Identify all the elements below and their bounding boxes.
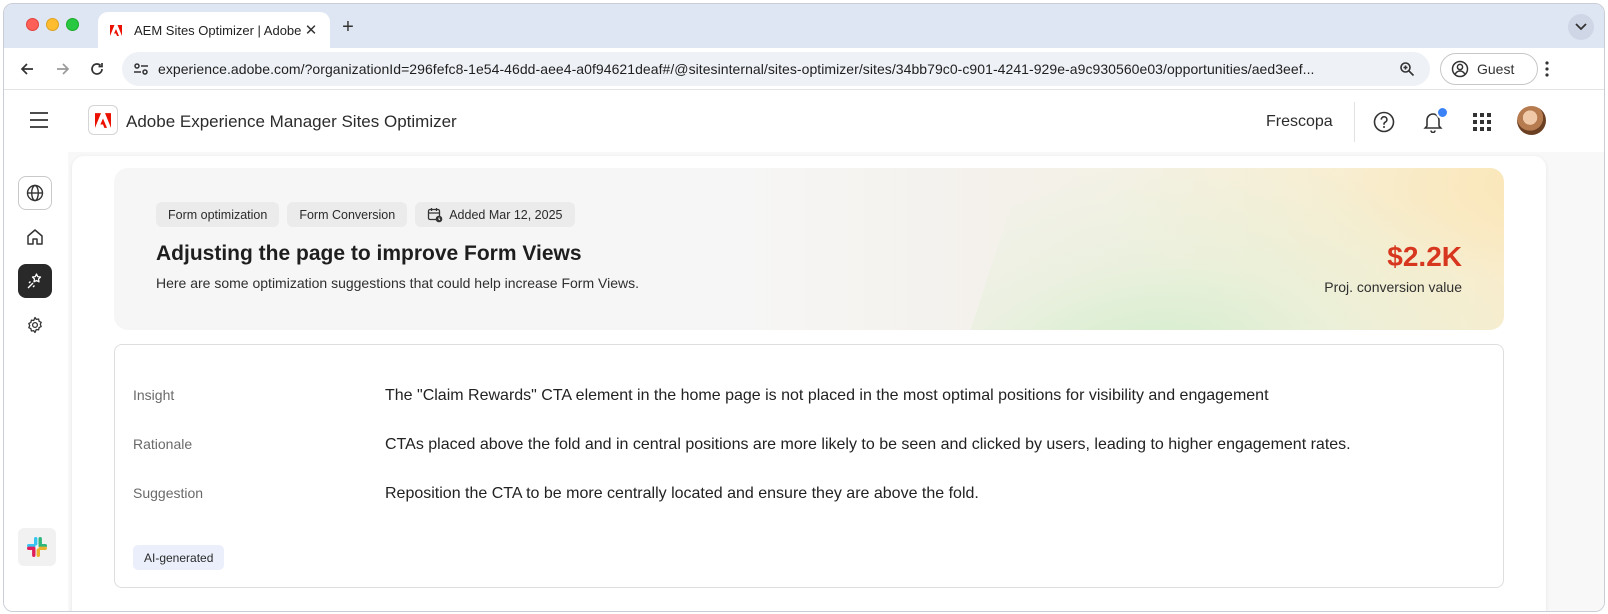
close-tab-icon[interactable]: ✕: [302, 21, 320, 39]
new-tab-button[interactable]: +: [336, 15, 360, 39]
notification-badge: [1436, 106, 1449, 119]
detail-label: Suggestion: [133, 485, 204, 501]
slack-icon: [27, 537, 47, 557]
optimize-icon: [27, 273, 42, 289]
ai-generated-badge: AI-generated: [133, 545, 225, 570]
profile-icon: [1451, 60, 1469, 78]
rail-item-home[interactable]: [18, 220, 52, 254]
detail-row-rationale: Rationale CTAs placed above the fold and…: [133, 436, 1473, 454]
opportunity-hero: Form optimization Form Conversion Added …: [114, 168, 1504, 330]
gear-icon: [28, 316, 42, 334]
tag-list: Form optimization Form Conversion Added …: [156, 202, 575, 227]
header-divider: [1354, 102, 1355, 142]
profile-button[interactable]: Guest: [1440, 53, 1538, 85]
tag-type: Form Conversion: [287, 202, 408, 227]
rail-item-sites[interactable]: [18, 176, 52, 210]
rail-item-opportunities[interactable]: [18, 264, 52, 298]
app-title: Adobe Experience Manager Sites Optimizer: [126, 112, 457, 131]
app-header: Adobe Experience Manager Sites Optimizer…: [4, 90, 1604, 152]
main-content: Form optimization Form Conversion Added …: [68, 152, 1604, 611]
adobe-logo-icon: [108, 22, 124, 38]
detail-label: Insight: [133, 387, 175, 403]
left-rail: [4, 152, 68, 611]
maximize-window-button[interactable]: [66, 18, 79, 31]
chevron-down-icon: [1575, 23, 1587, 31]
adobe-logo[interactable]: [88, 105, 118, 135]
tab-strip: AEM Sites Optimizer | Adobe E ✕ +: [4, 4, 1604, 48]
site-settings-icon[interactable]: [124, 52, 158, 86]
arrow-left-icon: [20, 63, 33, 75]
tag-added-date: Added Mar 12, 2025: [415, 202, 575, 227]
slack-button[interactable]: [18, 528, 56, 566]
browser-toolbar: experience.adobe.com/?organizationId=296…: [4, 48, 1604, 90]
globe-icon: [26, 184, 44, 202]
rail-item-settings[interactable]: [18, 308, 52, 342]
forward-button[interactable]: [50, 56, 76, 82]
more-vertical-icon: [1545, 61, 1549, 77]
projected-value: $2.2K: [1387, 241, 1462, 272]
browser-tab[interactable]: AEM Sites Optimizer | Adobe E ✕: [98, 12, 330, 48]
minimize-window-button[interactable]: [46, 18, 59, 31]
suggestion-details: Insight The "Claim Rewards" CTA element …: [114, 344, 1504, 588]
home-icon: [27, 229, 43, 245]
menu-icon[interactable]: [29, 111, 49, 129]
browser-window: AEM Sites Optimizer | Adobe E ✕ + experi…: [3, 3, 1605, 612]
detail-text: Reposition the CTA to be more centrally …: [385, 485, 979, 502]
arrow-right-icon: [57, 63, 70, 75]
help-icon[interactable]: [1371, 109, 1397, 135]
detail-row-suggestion: Suggestion Reposition the CTA to be more…: [133, 485, 1473, 503]
projected-value-label: Proj. conversion value: [1324, 279, 1462, 295]
zoom-icon[interactable]: [1390, 52, 1424, 86]
calendar-icon: [427, 207, 443, 223]
reload-icon: [91, 63, 103, 75]
detail-text: The "Claim Rewards" CTA element in the h…: [385, 387, 1269, 404]
org-switcher[interactable]: Frescopa: [1266, 113, 1333, 131]
tab-title: AEM Sites Optimizer | Adobe E: [134, 22, 302, 38]
detail-text: CTAs placed above the fold and in centra…: [385, 436, 1351, 453]
opportunity-panel: Form optimization Form Conversion Added …: [72, 156, 1546, 611]
browser-menu-button[interactable]: [1534, 56, 1560, 82]
adobe-logo-icon: [95, 112, 111, 128]
reload-button[interactable]: [84, 56, 110, 82]
tag-category: Form optimization: [156, 202, 280, 227]
detail-row-insight: Insight The "Claim Rewards" CTA element …: [133, 387, 1473, 405]
tag-added-date-label: Added Mar 12, 2025: [449, 207, 563, 222]
profile-label: Guest: [1477, 61, 1515, 77]
opportunity-subtitle: Here are some optimization suggestions t…: [156, 275, 639, 291]
back-button[interactable]: [14, 56, 40, 82]
opportunity-title: Adjusting the page to improve Form Views: [156, 242, 582, 265]
apps-grid-icon[interactable]: [1469, 109, 1495, 135]
avatar[interactable]: [1517, 106, 1546, 135]
detail-label: Rationale: [133, 436, 193, 452]
close-window-button[interactable]: [26, 18, 39, 31]
url-text: experience.adobe.com/?organizationId=296…: [158, 61, 1315, 77]
address-bar[interactable]: experience.adobe.com/?organizationId=296…: [122, 52, 1430, 86]
tab-search-button[interactable]: [1568, 14, 1594, 40]
